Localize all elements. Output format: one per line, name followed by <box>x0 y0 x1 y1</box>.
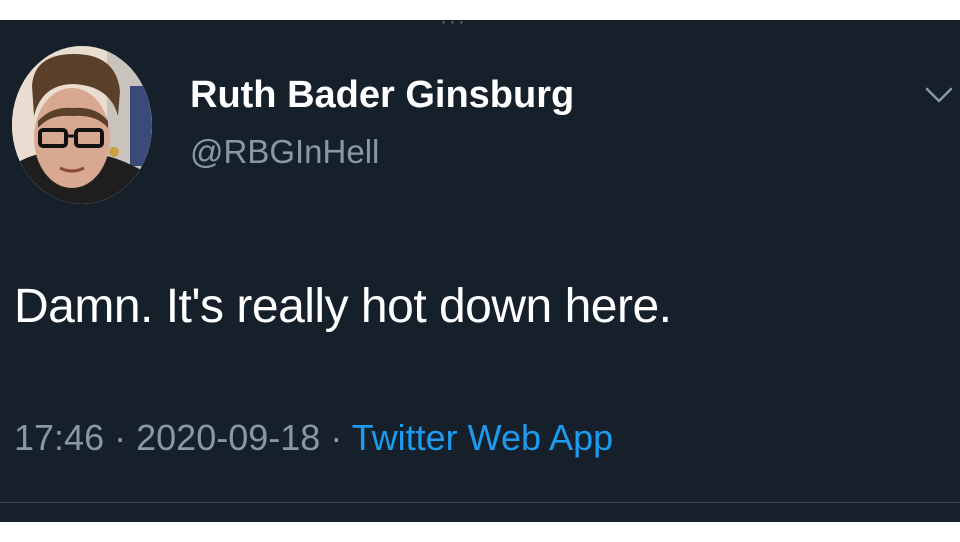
meta-separator: · <box>114 417 127 458</box>
tweet-text: Damn. It's really hot down here. <box>14 280 672 333</box>
profile-photo-icon <box>12 46 152 204</box>
tweet-date[interactable]: 2020-09-18 <box>136 417 320 458</box>
tweet-time[interactable]: 17:46 <box>14 417 104 458</box>
divider <box>0 502 960 503</box>
tweet-meta: 17:46 · 2020-09-18 · Twitter Web App <box>14 416 613 460</box>
meta-separator: · <box>330 417 343 458</box>
tweet-source-link[interactable]: Twitter Web App <box>352 417 613 458</box>
author-name[interactable]: Ruth Bader Ginsburg <box>190 72 574 118</box>
author-handle[interactable]: @RBGInHell <box>190 132 379 172</box>
top-handle-icon: • • • <box>442 18 465 27</box>
tweet-card: • • • Ruth Bader Ginsburg @RBGInHell Dam… <box>0 18 960 522</box>
avatar[interactable] <box>12 46 152 204</box>
chevron-down-icon[interactable] <box>922 78 956 112</box>
